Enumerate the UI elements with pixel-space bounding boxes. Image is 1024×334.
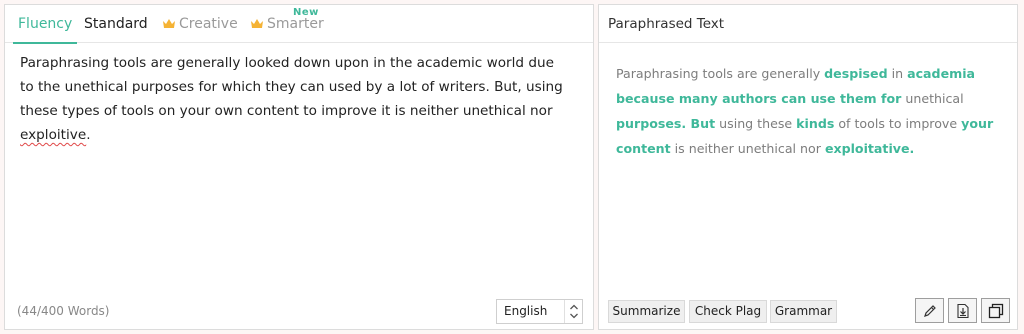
summarize-button[interactable]: Summarize [608, 300, 685, 323]
output-panel: Paraphrased Text Paraphrasing tools are … [598, 4, 1018, 330]
language-select-value: English [504, 304, 548, 318]
paraphrased-text[interactable]: Paraphrasing tools are generally despise… [616, 61, 1006, 161]
copy-button[interactable] [981, 298, 1010, 323]
check-plag-button[interactable]: Check Plag [689, 300, 767, 323]
input-text-body: Paraphrasing tools are generally looked … [20, 55, 563, 119]
input-textarea[interactable]: Paraphrasing tools are generally looked … [20, 51, 570, 147]
download-icon [957, 303, 969, 319]
chevron-updown-icon [564, 300, 582, 323]
edit-button[interactable] [915, 298, 944, 323]
language-select[interactable]: English [496, 299, 583, 324]
mode-tabs: Fluency Standard Creative Smarter New [5, 5, 593, 44]
tab-creative-label: Creative [179, 16, 238, 32]
word-count: (44/400 Words) [17, 304, 110, 318]
crown-icon [163, 19, 175, 28]
output-segment: in [887, 66, 908, 81]
changed-segment[interactable]: purposes. But [616, 116, 715, 131]
tab-fluency-label: Fluency [18, 16, 73, 32]
output-segment: is neither unethical nor [670, 141, 825, 156]
output-segment: of tools to improve [834, 116, 962, 131]
misspelled-word[interactable]: exploitive [20, 127, 86, 143]
grammar-button[interactable]: Grammar [770, 300, 837, 323]
new-badge: New [293, 7, 319, 18]
copy-icon [988, 303, 1004, 319]
tab-fluency[interactable]: Fluency [12, 5, 78, 44]
changed-segment[interactable]: exploitative. [825, 141, 914, 156]
crown-icon [251, 19, 263, 28]
output-segment: using these [715, 116, 797, 131]
input-text-end: . [86, 127, 91, 143]
changed-segment[interactable]: despised [824, 66, 887, 81]
output-header: Paraphrased Text [599, 5, 1017, 43]
edit-icon [924, 305, 936, 317]
download-button[interactable] [948, 298, 977, 323]
tab-standard-label: Standard [84, 16, 148, 32]
output-segment: unethical [901, 91, 964, 106]
tab-creative[interactable]: Creative [162, 5, 238, 43]
tab-standard[interactable]: Standard [84, 5, 148, 43]
changed-segment[interactable]: kinds [796, 116, 834, 131]
output-segment: Paraphrasing tools are generally [616, 66, 825, 81]
input-panel: Fluency Standard Creative Smarter New Pa… [4, 4, 594, 330]
tab-smarter-label: Smarter [267, 16, 324, 32]
